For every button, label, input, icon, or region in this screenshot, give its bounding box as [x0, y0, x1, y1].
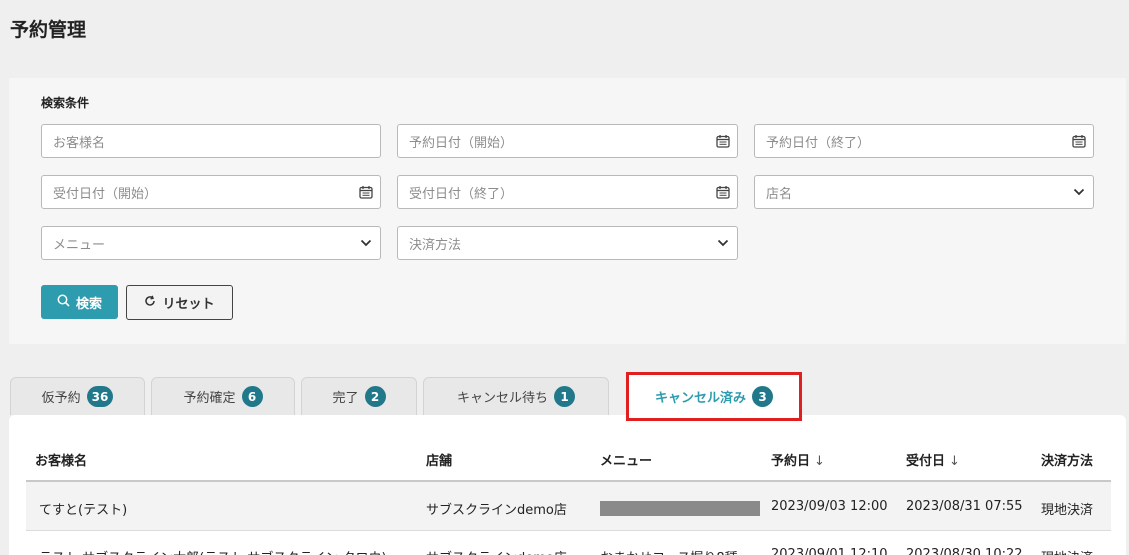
payment-method-select[interactable]: 決済方法 [397, 226, 738, 260]
tab-waitlist[interactable]: キャンセル待ち 1 [423, 377, 609, 415]
cell-store: サブスクラインdemo店 [426, 503, 567, 518]
search-button-label: 検索 [75, 296, 102, 312]
cell-customer: てすと(テスト) [39, 503, 128, 518]
cell-reservation-date: 2023/09/03 12:00 [771, 499, 888, 514]
sort-arrow-icon[interactable]: ↓ [949, 454, 960, 469]
customer-name-input[interactable]: お客様名 [41, 124, 381, 158]
refresh-icon [144, 295, 156, 311]
tab-cancelled[interactable]: キャンセル済み 3 [626, 372, 802, 421]
cell-received-date: 2023/08/30 10:22 [906, 547, 1023, 555]
tab-label: キャンセル待ち [456, 391, 548, 406]
calendar-icon[interactable] [1065, 134, 1093, 148]
search-heading: 検索条件 [41, 96, 90, 110]
tab-label: 仮予約 [41, 391, 81, 406]
received-date-start-placeholder: 受付日付（開始） [53, 186, 158, 202]
header-customer: お客様名 [35, 454, 88, 469]
tab-confirmed[interactable]: 予約確定 6 [151, 377, 295, 415]
calendar-icon[interactable] [709, 134, 737, 148]
tab-label: 予約確定 [183, 391, 236, 406]
chevron-down-icon [1065, 188, 1093, 196]
chevron-down-icon [352, 239, 380, 247]
customer-name-placeholder: お客様名 [53, 135, 106, 151]
reset-button-label: リセット [162, 297, 215, 312]
count-badge: 1 [554, 386, 575, 407]
table-row[interactable]: テスト サブスクライン太郎(テスト サブスクライン タロウ) サブスクラインde… [26, 532, 1111, 555]
search-button[interactable]: 検索 [41, 285, 118, 319]
reservation-date-end-placeholder: 予約日付（終了） [766, 135, 871, 151]
cell-menu: おまかせコース握り8種 [600, 547, 760, 555]
header-reservation-date[interactable]: 予約日 ↓ [771, 450, 825, 469]
payment-placeholder: 決済方法 [409, 237, 462, 253]
menu-select[interactable]: メニュー [41, 226, 381, 260]
search-panel: 検索条件 お客様名 予約日付（開始） 予約日付（終了） 受付日付（開始） 受付日… [9, 78, 1126, 344]
sort-arrow-icon[interactable]: ↓ [814, 454, 825, 469]
page-title: 予約管理 [10, 19, 87, 41]
cell-store: サブスクラインdemo店 [426, 547, 586, 555]
cell-payment: 現地決済 [1041, 547, 1093, 555]
reservation-table: お客様名 店舗 メニュー 予約日 ↓ 受付日 ↓ 決済方法 てすと(テスト) サブス… [9, 415, 1126, 555]
search-icon [57, 294, 70, 311]
header-payment: 決済方法 [1041, 454, 1094, 469]
reservation-date-start-placeholder: 予約日付（開始） [409, 135, 514, 151]
menu-placeholder: メニュー [53, 237, 106, 253]
tab-label: 完了 [332, 391, 359, 406]
cell-reservation-date: 2023/09/01 12:10 [771, 547, 888, 555]
reservation-date-end-input[interactable]: 予約日付（終了） [754, 124, 1094, 158]
redacted-menu [600, 501, 760, 516]
header-received-date-label: 受付日 [906, 454, 946, 469]
header-store: 店舗 [426, 454, 453, 469]
count-badge: 6 [241, 386, 263, 407]
received-date-end-input[interactable]: 受付日付（終了） [397, 175, 738, 209]
reset-button[interactable]: リセット [126, 285, 233, 320]
cell-payment: 現地決済 [1041, 503, 1094, 518]
header-menu: メニュー [600, 454, 653, 469]
calendar-icon[interactable] [709, 185, 737, 199]
calendar-icon[interactable] [352, 185, 380, 199]
received-date-end-placeholder: 受付日付（終了） [409, 186, 514, 202]
tab-label: キャンセル済み [654, 391, 746, 406]
header-received-date[interactable]: 受付日 ↓ [906, 450, 960, 469]
header-reservation-date-label: 予約日 [771, 454, 811, 469]
count-badge: 2 [364, 386, 386, 407]
tab-provisional[interactable]: 仮予約 36 [10, 377, 145, 415]
received-date-start-input[interactable]: 受付日付（開始） [41, 175, 381, 209]
store-placeholder: 店名 [766, 186, 793, 202]
count-badge: 3 [752, 386, 773, 407]
cell-customer: テスト サブスクライン太郎(テスト サブスクライン タロウ) [39, 547, 419, 555]
count-badge: 36 [86, 386, 114, 407]
table-header: お客様名 店舗 メニュー 予約日 ↓ 受付日 ↓ 決済方法 [26, 440, 1111, 482]
reservation-date-start-input[interactable]: 予約日付（開始） [397, 124, 738, 158]
store-select[interactable]: 店名 [754, 175, 1094, 209]
cell-received-date: 2023/08/31 07:55 [906, 499, 1023, 514]
tab-completed[interactable]: 完了 2 [301, 377, 417, 415]
table-row[interactable]: てすと(テスト) サブスクラインdemo店 2023/09/03 12:00 2… [26, 482, 1111, 531]
chevron-down-icon [709, 239, 737, 247]
